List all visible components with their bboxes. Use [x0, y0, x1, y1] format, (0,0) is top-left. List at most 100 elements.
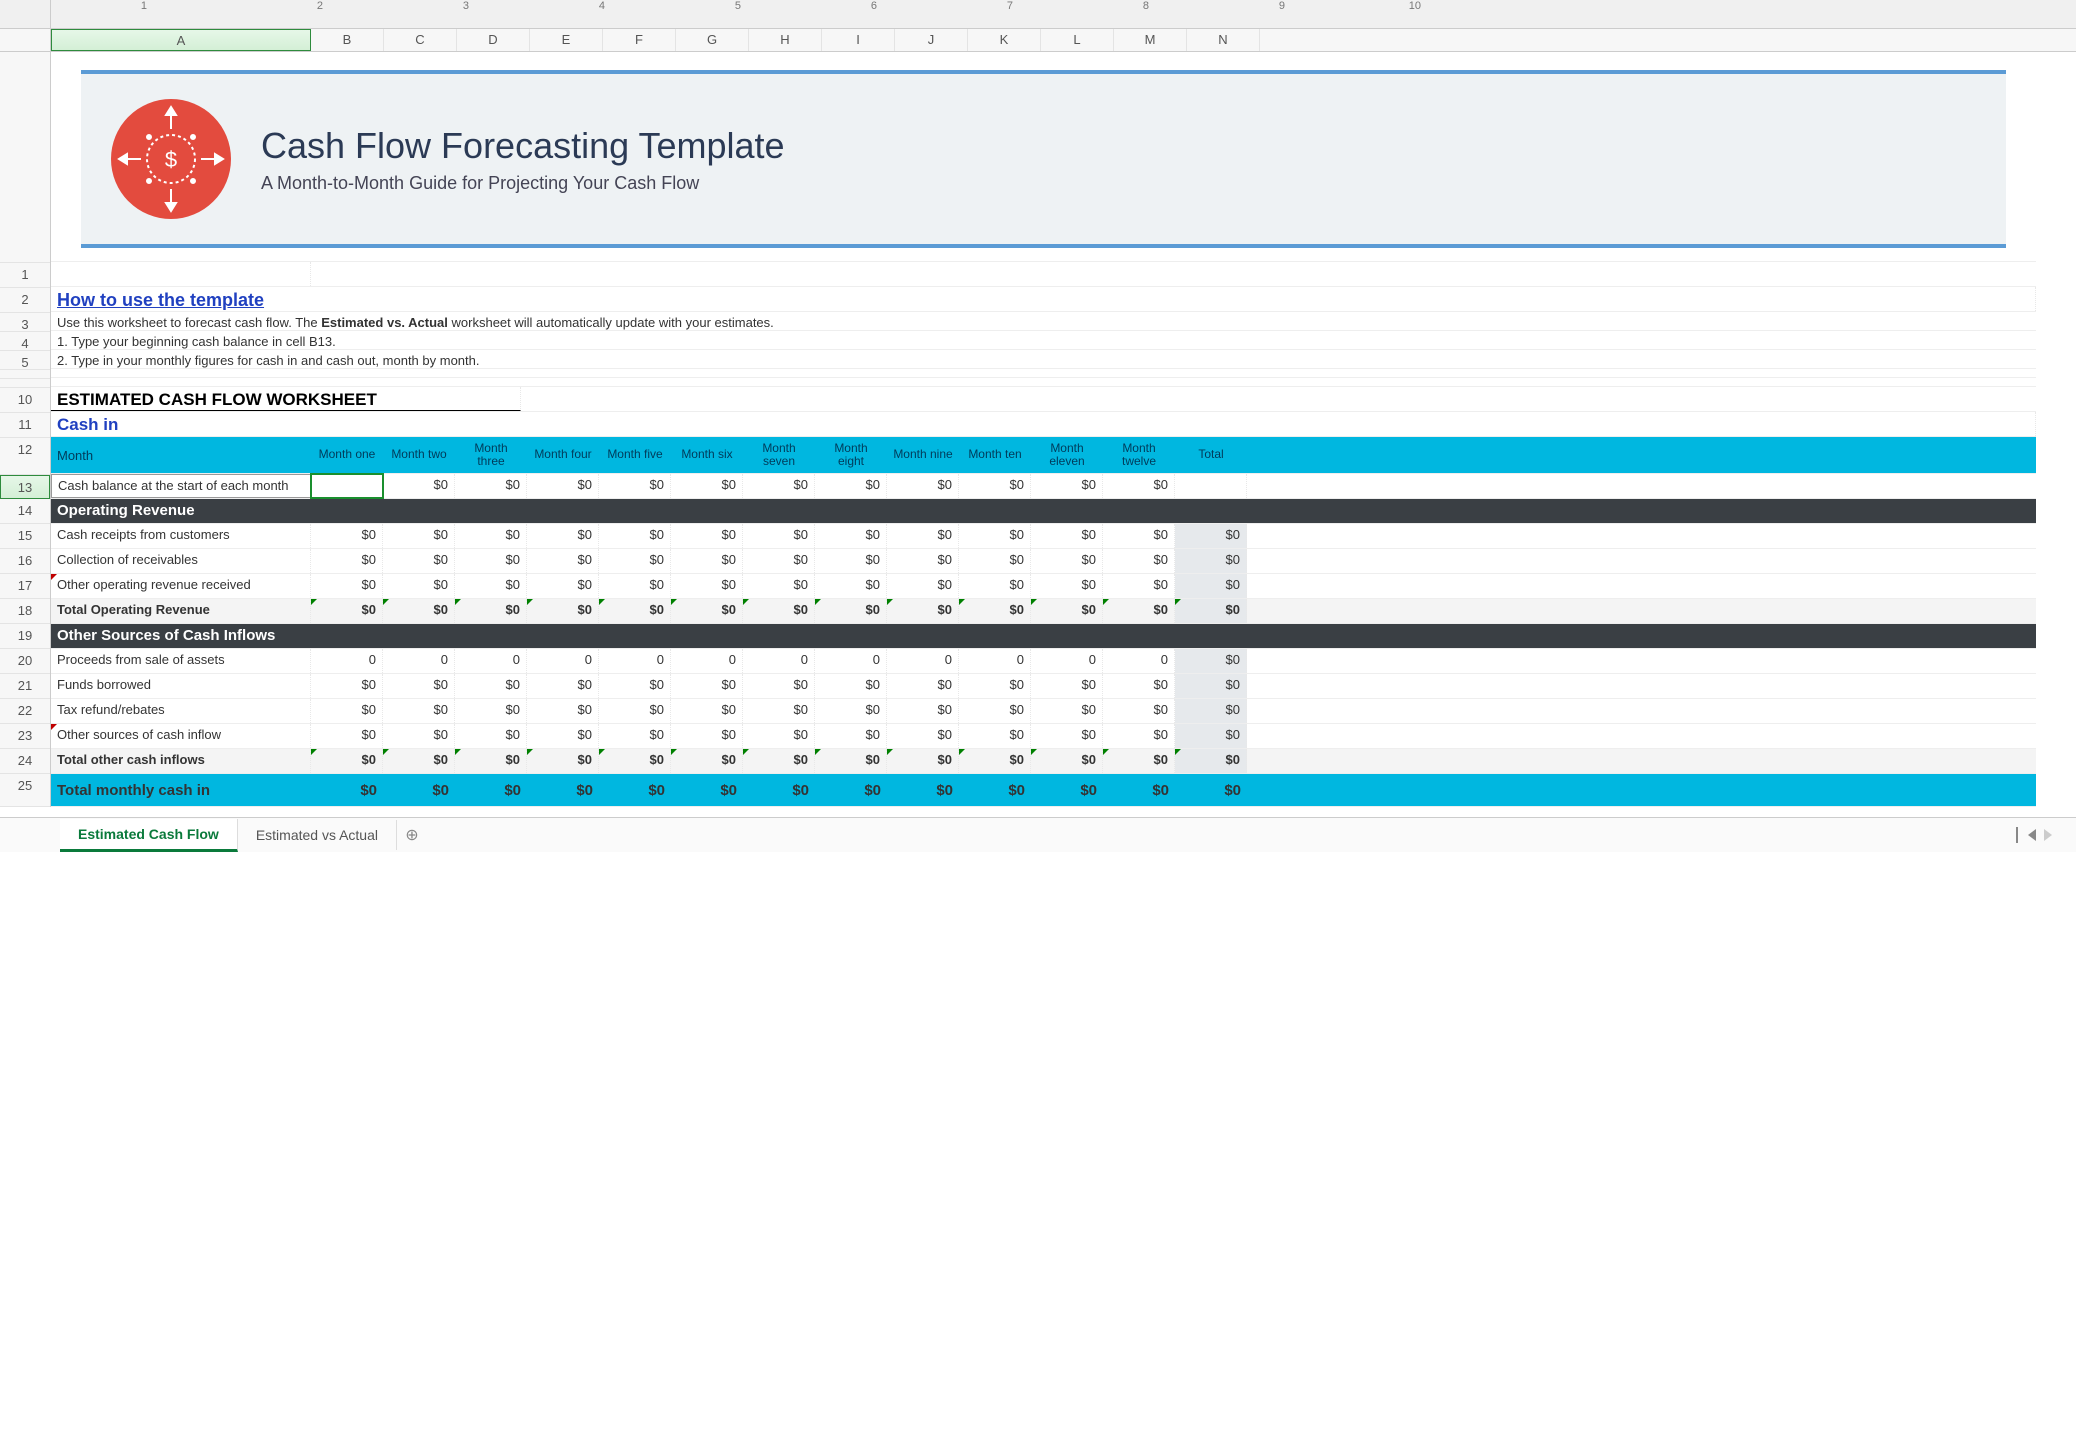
cell[interactable]: $0 [383, 549, 455, 573]
cell[interactable]: $0 [311, 574, 383, 598]
cell[interactable]: $0 [815, 674, 887, 698]
cell[interactable]: $0 [815, 474, 887, 498]
tab-nav[interactable] [2010, 827, 2076, 843]
table-row[interactable]: Other sources of cash inflow$0$0$0$0$0$0… [51, 724, 2036, 749]
cell[interactable]: 0 [1031, 649, 1103, 673]
cell[interactable]: 0 [959, 649, 1031, 673]
cell[interactable]: $0 [887, 524, 959, 548]
table-row[interactable]: Other operating revenue received$0$0$0$0… [51, 574, 2036, 599]
col-header-N[interactable]: N [1187, 29, 1260, 51]
cell[interactable]: $0 [1103, 549, 1175, 573]
cell[interactable]: $0 [887, 474, 959, 498]
cell[interactable]: $0 [527, 549, 599, 573]
col-header-B[interactable]: B [311, 29, 384, 51]
cell[interactable]: $0 [815, 724, 887, 748]
table-row[interactable]: 1. Type your beginning cash balance in c… [51, 331, 2036, 350]
cell[interactable]: 0 [383, 649, 455, 673]
col-header-J[interactable]: J [895, 29, 968, 51]
cell[interactable]: $0 [1031, 549, 1103, 573]
cell[interactable]: $0 [383, 474, 455, 498]
table-row[interactable]: Collection of receivables$0$0$0$0$0$0$0$… [51, 549, 2036, 574]
cell[interactable]: $0 [599, 724, 671, 748]
cell[interactable]: $0 [1103, 524, 1175, 548]
cell[interactable]: $0 [887, 724, 959, 748]
cell[interactable]: $0 [959, 574, 1031, 598]
row-header[interactable]: 22 [0, 699, 50, 724]
tab-estimated-cash-flow[interactable]: Estimated Cash Flow [60, 819, 238, 852]
cell[interactable]: $0 [455, 474, 527, 498]
table-row[interactable]: ESTIMATED CASH FLOW WORKSHEET [51, 387, 2036, 412]
cell[interactable]: $0 [959, 749, 1031, 773]
table-row[interactable] [51, 262, 2036, 287]
table-row[interactable]: How to use the template [51, 287, 2036, 312]
col-header-A[interactable]: A [51, 29, 311, 51]
cell[interactable]: $0 [887, 699, 959, 723]
column-headers[interactable]: A B C D E F G H I J K L M N [0, 29, 2076, 52]
cell[interactable]: $0 [887, 549, 959, 573]
row-header[interactable]: 2 [0, 288, 50, 313]
cell[interactable]: $0 [1175, 724, 1247, 748]
cell[interactable]: $0 [671, 549, 743, 573]
cell[interactable]: $0 [671, 574, 743, 598]
cell[interactable]: $0 [671, 724, 743, 748]
cell[interactable]: $0 [1175, 674, 1247, 698]
cell[interactable]: 0 [743, 649, 815, 673]
col-header-K[interactable]: K [968, 29, 1041, 51]
cell[interactable]: 0 [815, 649, 887, 673]
add-sheet-button[interactable]: ⊕ [397, 825, 427, 845]
col-header-L[interactable]: L [1041, 29, 1114, 51]
row-header[interactable]: 15 [0, 524, 50, 549]
cell[interactable]: $0 [1175, 574, 1247, 598]
nav-next-icon[interactable] [2044, 829, 2052, 841]
table-row[interactable]: Cash balance at the start of each month … [51, 474, 2036, 499]
cell[interactable]: 0 [599, 649, 671, 673]
table-row[interactable] [51, 369, 2036, 378]
cell[interactable]: $0 [1031, 524, 1103, 548]
cell[interactable]: $0 [1175, 549, 1247, 573]
cell[interactable]: $0 [599, 574, 671, 598]
cell[interactable]: $0 [743, 699, 815, 723]
table-row[interactable]: Cash in [51, 412, 2036, 437]
cell[interactable]: 0 [887, 649, 959, 673]
cell[interactable]: $0 [959, 774, 1031, 806]
nav-first-icon[interactable] [2016, 827, 2018, 843]
cell[interactable]: $0 [959, 699, 1031, 723]
cell[interactable]: 0 [1103, 649, 1175, 673]
cell[interactable]: $0 [1031, 599, 1103, 623]
row-header[interactable] [0, 379, 50, 388]
cell[interactable]: $0 [671, 774, 743, 806]
row-header[interactable] [0, 370, 50, 379]
cell[interactable]: $0 [383, 574, 455, 598]
row-header[interactable]: 20 [0, 649, 50, 674]
cell[interactable]: $0 [527, 749, 599, 773]
cell[interactable]: $0 [959, 599, 1031, 623]
col-header-D[interactable]: D [457, 29, 530, 51]
cell[interactable]: $0 [1175, 524, 1247, 548]
sheet-tabs[interactable]: Estimated Cash Flow Estimated vs Actual … [0, 817, 2076, 852]
cell[interactable]: $0 [959, 549, 1031, 573]
row-header[interactable]: 3 [0, 313, 50, 332]
cell[interactable]: $0 [455, 774, 527, 806]
cell[interactable]: $0 [311, 549, 383, 573]
cell[interactable]: $0 [1103, 599, 1175, 623]
cell[interactable]: $0 [1175, 774, 1247, 806]
cell[interactable]: $0 [383, 774, 455, 806]
cell[interactable]: $0 [599, 549, 671, 573]
col-header-I[interactable]: I [822, 29, 895, 51]
cell[interactable]: $0 [455, 674, 527, 698]
row-header[interactable]: 21 [0, 674, 50, 699]
cell[interactable]: $0 [743, 574, 815, 598]
table-row[interactable]: 2. Type in your monthly figures for cash… [51, 350, 2036, 369]
row-header[interactable]: 16 [0, 549, 50, 574]
table-row[interactable]: Cash receipts from customers$0$0$0$0$0$0… [51, 524, 2036, 549]
cell[interactable]: 0 [311, 649, 383, 673]
select-all-corner[interactable] [0, 29, 51, 51]
cell[interactable] [1175, 474, 1247, 498]
cell[interactable]: $0 [311, 749, 383, 773]
cell[interactable]: $0 [743, 599, 815, 623]
col-header-C[interactable]: C [384, 29, 457, 51]
cell[interactable]: $0 [455, 749, 527, 773]
cell[interactable]: $0 [383, 699, 455, 723]
cell[interactable]: $0 [455, 724, 527, 748]
cell[interactable]: $0 [311, 599, 383, 623]
